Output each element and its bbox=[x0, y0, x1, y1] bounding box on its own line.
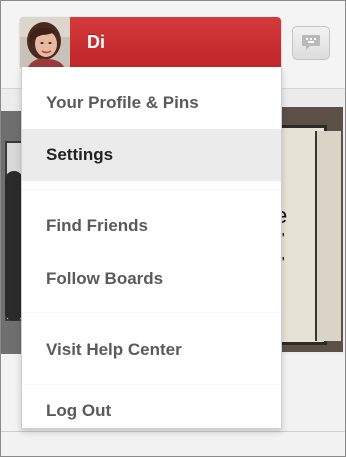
app-window: A e " " bbox=[0, 0, 346, 457]
menu-item-settings[interactable]: Settings bbox=[22, 129, 281, 181]
menu-divider bbox=[22, 312, 281, 313]
menu-divider bbox=[22, 189, 281, 190]
pin-image-book-page-right bbox=[315, 131, 341, 341]
menu-item-follow-boards[interactable]: Follow Boards bbox=[22, 253, 281, 305]
avatar bbox=[20, 17, 70, 67]
menu-item-profile-pins[interactable]: Your Profile & Pins bbox=[22, 77, 281, 129]
user-dropdown-menu: Your Profile & Pins Settings Find Friend… bbox=[21, 67, 282, 429]
menu-item-log-out[interactable]: Log Out bbox=[22, 393, 281, 429]
menu-item-find-friends[interactable]: Find Friends bbox=[22, 200, 281, 252]
menu-divider bbox=[22, 384, 281, 385]
notifications-button[interactable] bbox=[292, 26, 330, 60]
speech-bubble-icon bbox=[302, 35, 320, 50]
user-menu-toggle[interactable]: Di bbox=[20, 17, 281, 67]
menu-item-help-center[interactable]: Visit Help Center bbox=[22, 324, 281, 376]
user-name: Di bbox=[87, 31, 105, 52]
background-divider bbox=[1, 431, 345, 432]
